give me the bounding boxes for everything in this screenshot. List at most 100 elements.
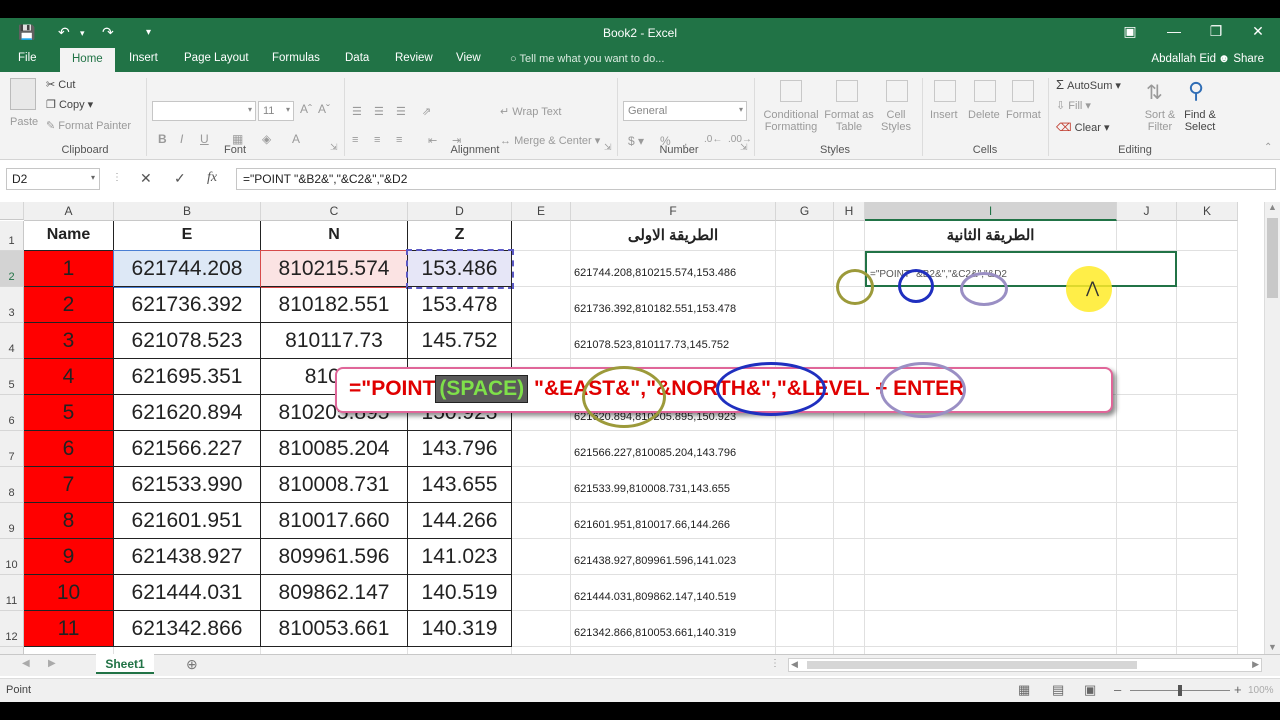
fill-button[interactable]: ⇩ Fill ▾ [1056,99,1091,112]
font-name-combo[interactable]: ▾ [152,101,256,121]
method-one-result[interactable]: 621533.99,810008.731,143.655 [571,467,776,503]
row-header-8[interactable]: 8 [0,467,24,503]
cell[interactable] [1117,503,1177,539]
table-cell[interactable]: 141.023 [408,539,512,575]
align-middle-icon[interactable]: ☰ [374,105,384,118]
shrink-font-icon[interactable]: Aˇ [318,102,330,116]
align-right-icon[interactable]: ≡ [396,134,402,146]
ribbon-display-icon[interactable]: ▣ [1120,23,1140,40]
cell[interactable] [1177,221,1238,251]
cell[interactable] [865,539,1117,575]
cell[interactable] [776,647,834,654]
tab-formulas[interactable]: Formulas [272,52,320,64]
method-one-result[interactable]: 621342.866,810053.661,140.319 [571,611,776,647]
align-left-icon[interactable]: ≡ [352,134,358,146]
align-top-icon[interactable]: ☰ [352,105,362,118]
bold-icon[interactable]: B [158,132,167,146]
table-cell[interactable]: 143.655 [408,467,512,503]
cell[interactable] [1177,251,1238,287]
tab-split-handle-icon[interactable]: ⋮ [770,658,780,669]
cell[interactable] [776,251,834,287]
cell[interactable] [865,503,1117,539]
cell[interactable] [1177,467,1238,503]
cell[interactable] [512,323,571,359]
font-launcher-icon[interactable]: ⇲ [330,142,338,153]
cell[interactable] [865,431,1117,467]
cell[interactable] [865,647,1117,654]
column-header-g[interactable]: G [776,202,834,221]
cell[interactable] [776,503,834,539]
cell[interactable] [776,575,834,611]
cell[interactable] [1117,575,1177,611]
scroll-down-icon[interactable]: ▼ [1268,642,1277,652]
table-cell[interactable]: 621736.392 [114,287,261,323]
cell[interactable] [1177,539,1238,575]
scroll-left-icon[interactable]: ◀ [791,659,798,670]
table-cell[interactable]: 621620.894 [114,395,261,431]
magnifier-icon[interactable]: ⚲ [1188,78,1204,104]
column-header-b[interactable]: B [114,202,261,221]
tell-me-box[interactable]: ○ Tell me what you want to do... [510,53,664,65]
cell[interactable] [865,467,1117,503]
method-one-result[interactable]: 621566.227,810085.204,143.796 [571,431,776,467]
method-one-result[interactable]: 621736.392,810182.551,153.478 [571,287,776,323]
tab-view[interactable]: View [456,52,481,64]
normal-view-icon[interactable]: ▦ [1018,682,1030,698]
row-header-12[interactable]: 12 [0,611,24,647]
table-cell[interactable]: 810085.204 [261,431,408,467]
row-header-1[interactable]: 1 [0,221,24,251]
cell[interactable] [776,221,834,251]
cell[interactable] [512,647,571,654]
method-one-result[interactable]: 621438.927,809961.596,141.023 [571,539,776,575]
method-one-result[interactable]: 621444.031,809862.147,140.519 [571,575,776,611]
cell[interactable] [1117,467,1177,503]
horizontal-scrollbar[interactable]: ◀ ▶ [788,658,1262,672]
cell[interactable] [1117,539,1177,575]
insert-cells-button[interactable]: Insert [930,109,958,121]
row-header-9[interactable]: 9 [0,503,24,539]
table-cell[interactable]: 144.266 [408,503,512,539]
table-cell[interactable]: 621438.927 [114,539,261,575]
table-cell[interactable]: 140.519 [408,575,512,611]
zoom-in-icon[interactable]: + [1234,682,1242,697]
cell[interactable] [114,647,261,654]
cell[interactable] [408,647,512,654]
formula-input[interactable]: ="POINT "&B2&","&C2&","&D2 [236,168,1276,190]
autosum-button[interactable]: Σ AutoSum ▾ [1056,77,1121,92]
cell[interactable] [1177,287,1238,323]
method-one-header[interactable]: الطريقة الاولى [571,221,776,251]
zoom-level[interactable]: 100% [1248,685,1274,696]
table-cell[interactable]: 143.796 [408,431,512,467]
cell[interactable] [834,503,865,539]
next-sheet-icon[interactable]: ▶ [48,658,56,669]
column-header-h[interactable]: H [834,202,865,221]
align-center-icon[interactable]: ≡ [374,134,380,146]
table-cell[interactable]: 621533.990 [114,467,261,503]
table-cell[interactable]: 809862.147 [261,575,408,611]
cell[interactable] [834,467,865,503]
delete-cells-icon[interactable] [974,80,996,102]
page-layout-view-icon[interactable]: ▤ [1052,682,1064,698]
horizontal-scroll-thumb[interactable] [807,661,1137,669]
sort-filter-icon[interactable]: ⇅ [1146,80,1163,105]
table-cell[interactable]: 9 [24,539,114,575]
insert-cells-icon[interactable] [934,80,956,102]
zoom-slider-thumb[interactable] [1178,685,1182,696]
table-cell[interactable]: 810053.661 [261,611,408,647]
cell[interactable] [512,539,571,575]
tab-review[interactable]: Review [395,52,433,64]
paste-button[interactable]: Paste [10,116,38,128]
select-all-corner[interactable] [0,202,24,220]
cell[interactable] [834,539,865,575]
share-button[interactable]: ☻ Share [1218,53,1264,65]
row-header-5[interactable]: 5 [0,359,24,395]
table-header-1[interactable]: E [114,221,261,251]
row-header-11[interactable]: 11 [0,575,24,611]
table-cell[interactable]: 621744.208 [113,250,262,288]
row-header-3[interactable]: 3 [0,287,24,323]
row-header-2[interactable]: 2 [0,251,24,287]
cancel-entry-icon[interactable]: ✕ [140,170,152,187]
tab-page-layout[interactable]: Page Layout [184,52,249,64]
table-cell[interactable]: 621342.866 [114,611,261,647]
table-cell[interactable]: 621444.031 [114,575,261,611]
